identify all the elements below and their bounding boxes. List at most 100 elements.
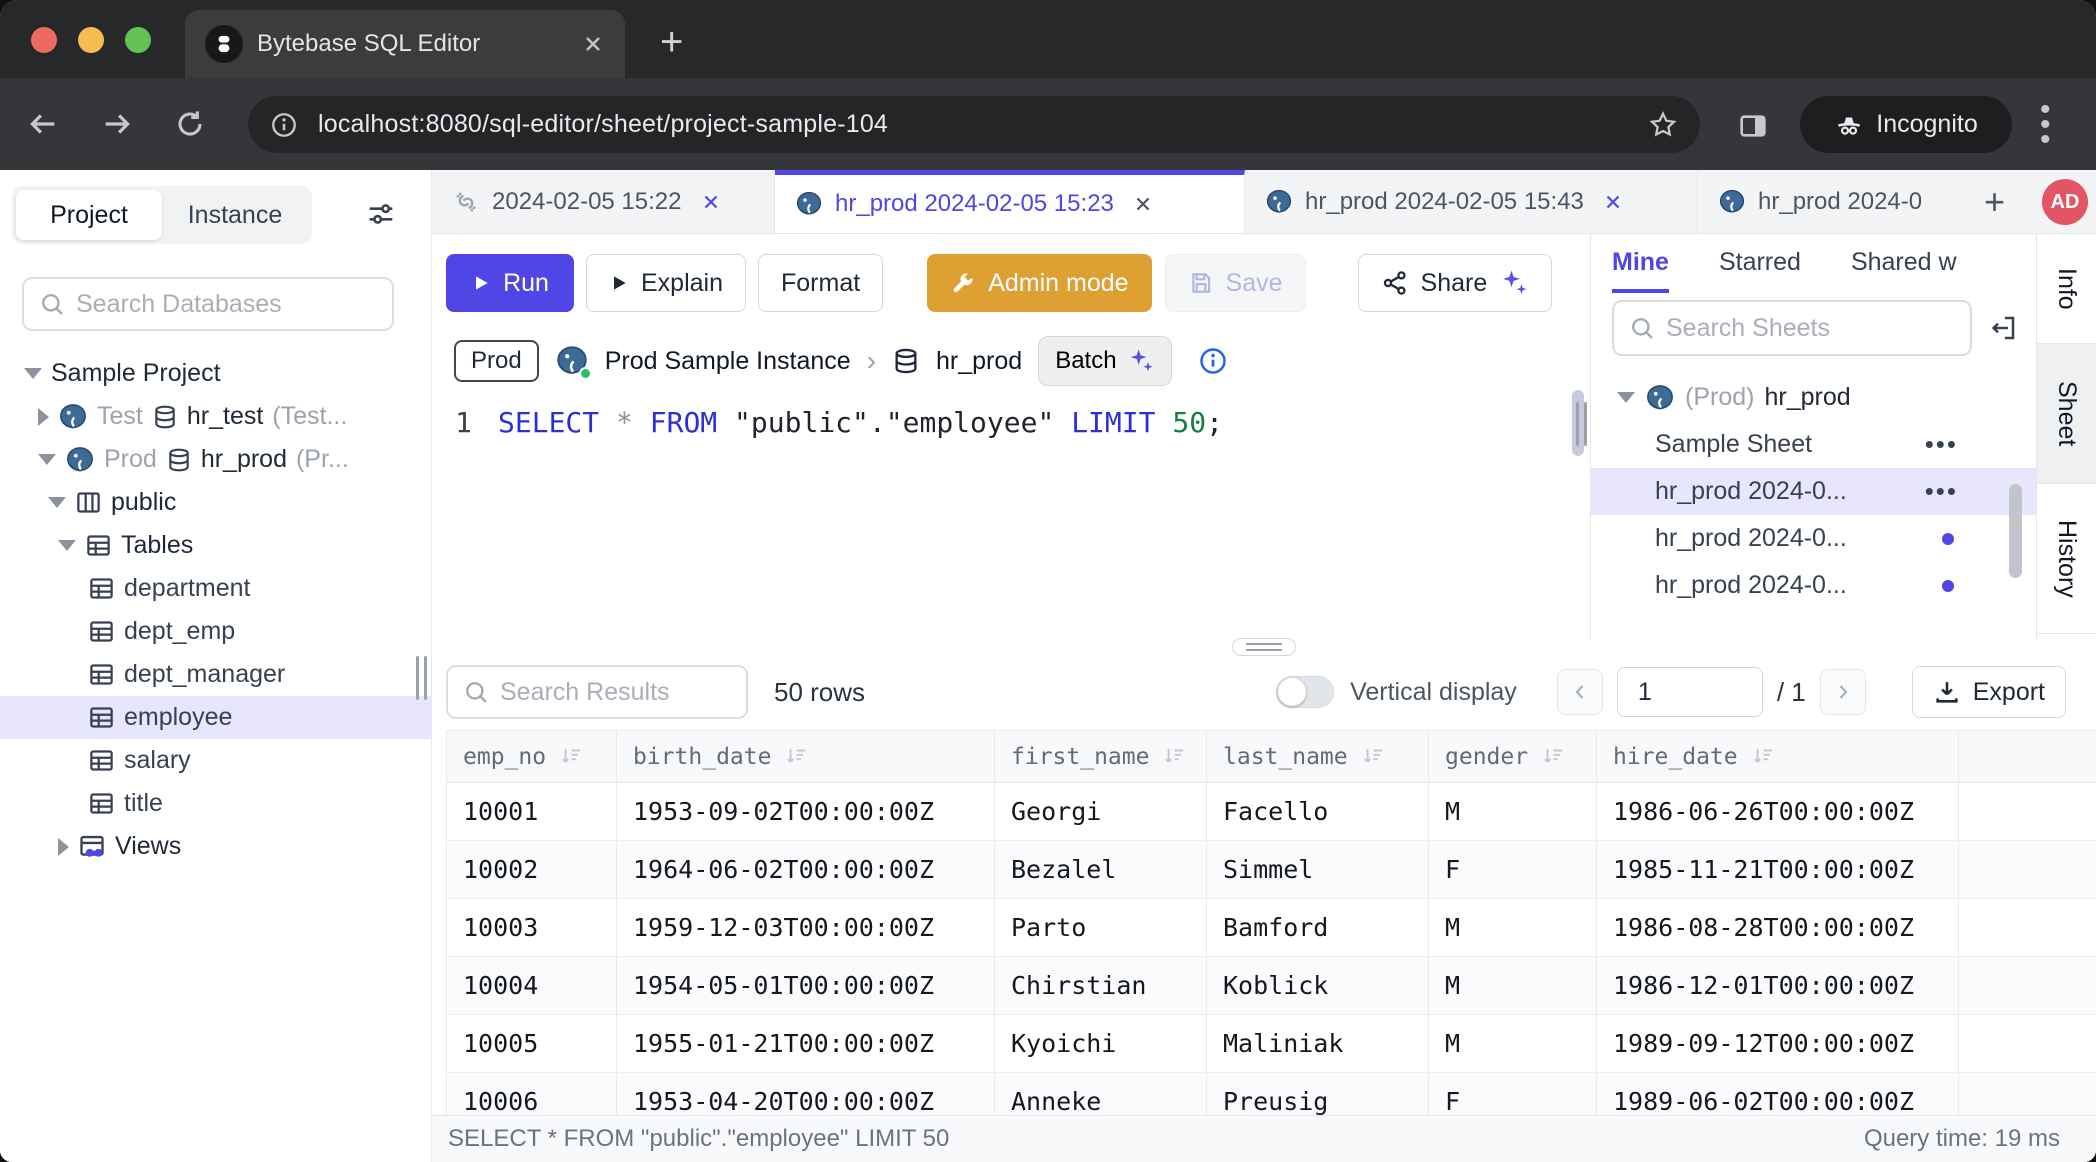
next-page-button[interactable] — [1820, 669, 1866, 715]
sheet-item-selected[interactable]: hr_prod 2024-0... ••• — [1591, 468, 2036, 515]
tab-mine[interactable]: Mine — [1612, 248, 1669, 293]
sort-icon[interactable] — [1360, 744, 1386, 770]
close-window-button[interactable] — [31, 27, 57, 53]
rail-tab-history[interactable]: History — [2037, 484, 2096, 634]
tab-starred[interactable]: Starred — [1719, 248, 1801, 289]
sheet-item-sample[interactable]: Sample Sheet ••• — [1591, 421, 2036, 468]
column-header-gender[interactable]: gender — [1429, 731, 1597, 782]
cell-birth-date[interactable]: 1954-05-01T00:00:00Z — [617, 957, 995, 1014]
close-tab-icon[interactable] — [1602, 191, 1624, 213]
forward-icon[interactable] — [100, 107, 134, 141]
sheet-more-icon[interactable]: ••• — [1925, 476, 1958, 507]
cell-emp-no[interactable]: 10001 — [447, 783, 617, 840]
sheet-search-input[interactable]: Search Sheets — [1612, 300, 1972, 356]
cell-hire-date[interactable]: 1986-06-26T00:00:00Z — [1597, 783, 1959, 840]
column-header-birth-date[interactable]: birth_date — [617, 731, 995, 782]
cell-first-name[interactable]: Anneke — [995, 1073, 1207, 1115]
caret-right-icon[interactable] — [38, 408, 49, 426]
cell-hire-date[interactable]: 1986-12-01T00:00:00Z — [1597, 957, 1959, 1014]
results-splitter[interactable] — [432, 640, 2096, 654]
cell-gender[interactable]: F — [1429, 841, 1597, 898]
cell-gender[interactable]: M — [1429, 783, 1597, 840]
format-button[interactable]: Format — [758, 254, 883, 312]
tree-node-tables-group[interactable]: Tables — [0, 524, 432, 567]
site-info-icon[interactable] — [270, 111, 298, 139]
sheet-scrollbar-thumb[interactable] — [2009, 484, 2022, 578]
sheet-item-clipped[interactable]: hr_prod 2024-0... — [1591, 562, 2036, 609]
cell-first-name[interactable]: Georgi — [995, 783, 1207, 840]
cell-emp-no[interactable]: 10005 — [447, 1015, 617, 1072]
cell-last-name[interactable]: Bamford — [1207, 899, 1429, 956]
cell-last-name[interactable]: Maliniak — [1207, 1015, 1429, 1072]
caret-down-icon[interactable] — [58, 540, 76, 551]
collapse-panel-icon[interactable] — [1988, 313, 2018, 343]
column-header-hire-date[interactable]: hire_date — [1597, 731, 1959, 782]
cell-birth-date[interactable]: 1955-01-21T00:00:00Z — [617, 1015, 995, 1072]
tree-node-table-dept-emp[interactable]: dept_emp — [0, 610, 432, 653]
close-tab-icon[interactable] — [1132, 193, 1154, 215]
cell-first-name[interactable]: Bezalel — [995, 841, 1207, 898]
bookmark-star-icon[interactable] — [1648, 110, 1678, 140]
new-browser-tab-button[interactable]: + — [660, 22, 683, 62]
sort-icon[interactable] — [783, 744, 809, 770]
sort-icon[interactable] — [1161, 744, 1187, 770]
table-row[interactable]: 10004 1954-05-01T00:00:00Z Chirstian Kob… — [447, 957, 2096, 1015]
sheet-tab-active[interactable]: hr_prod 2024-02-05 15:23 — [775, 170, 1245, 233]
column-header-last-name[interactable]: last_name — [1207, 731, 1429, 782]
minimize-window-button[interactable] — [78, 27, 104, 53]
cell-birth-date[interactable]: 1959-12-03T00:00:00Z — [617, 899, 995, 956]
cell-hire-date[interactable]: 1985-11-21T00:00:00Z — [1597, 841, 1959, 898]
cell-gender[interactable]: M — [1429, 1015, 1597, 1072]
batch-button[interactable]: Batch — [1038, 336, 1171, 386]
tab-instance[interactable]: Instance — [162, 190, 308, 240]
tree-node-db-hr-prod[interactable]: Prod hr_prod (Pr... — [0, 438, 432, 481]
browser-tab[interactable]: Bytebase SQL Editor — [185, 10, 625, 78]
caret-right-icon[interactable] — [58, 838, 69, 856]
table-row-clipped[interactable]: 10006 1953-04-20T00:00:00Z Anneke Preusi… — [447, 1073, 2096, 1115]
admin-mode-button[interactable]: Admin mode — [927, 254, 1151, 312]
results-search-input[interactable]: Search Results — [446, 665, 748, 719]
cell-hire-date[interactable]: 1989-09-12T00:00:00Z — [1597, 1015, 1959, 1072]
caret-down-icon[interactable] — [38, 454, 56, 465]
explain-button[interactable]: Explain — [586, 254, 746, 312]
tree-node-views-group[interactable]: Views — [0, 825, 432, 868]
zoom-window-button[interactable] — [125, 27, 151, 53]
cell-first-name[interactable]: Kyoichi — [995, 1015, 1207, 1072]
address-bar[interactable]: localhost:8080/sql-editor/sheet/project-… — [248, 96, 1700, 153]
column-header-first-name[interactable]: first_name — [995, 731, 1207, 782]
sidebar-resize-handle[interactable] — [410, 648, 432, 708]
tree-node-schema-public[interactable]: public — [0, 481, 432, 524]
cell-first-name[interactable]: Parto — [995, 899, 1207, 956]
table-row[interactable]: 10003 1959-12-03T00:00:00Z Parto Bamford… — [447, 899, 2096, 957]
back-icon[interactable] — [26, 107, 60, 141]
cell-hire-date[interactable]: 1989-06-02T00:00:00Z — [1597, 1073, 1959, 1115]
browser-tab-close-icon[interactable] — [581, 32, 605, 56]
new-sheet-tab-button[interactable]: + — [1984, 181, 2005, 223]
table-row[interactable]: 10005 1955-01-21T00:00:00Z Kyoichi Malin… — [447, 1015, 2096, 1073]
cell-birth-date[interactable]: 1964-06-02T00:00:00Z — [617, 841, 995, 898]
side-panel-icon[interactable] — [1737, 110, 1769, 142]
sql-editor[interactable]: 1 SELECT * FROM "public"."employee" LIMI… — [432, 406, 1590, 439]
database-search-input[interactable]: Search Databases — [22, 277, 394, 331]
caret-down-icon[interactable] — [48, 497, 66, 508]
sheet-more-icon[interactable]: ••• — [1925, 429, 1958, 460]
cell-emp-no[interactable]: 10004 — [447, 957, 617, 1014]
cell-gender[interactable]: F — [1429, 1073, 1597, 1115]
sheet-tab[interactable]: hr_prod 2024-02-05 15:43 — [1245, 170, 1698, 233]
prev-page-button[interactable] — [1557, 669, 1603, 715]
tree-node-project-root[interactable]: Sample Project — [0, 352, 432, 395]
browser-menu-icon[interactable]: ••• — [2040, 102, 2051, 147]
tab-shared[interactable]: Shared w — [1851, 248, 1957, 289]
sheet-group-hr-prod[interactable]: (Prod) hr_prod — [1591, 374, 2036, 421]
save-button[interactable]: Save — [1165, 254, 1306, 312]
cell-last-name[interactable]: Preusig — [1207, 1073, 1429, 1115]
sheet-item[interactable]: hr_prod 2024-0... — [1591, 515, 2036, 562]
cell-birth-date[interactable]: 1953-09-02T00:00:00Z — [617, 783, 995, 840]
table-row[interactable]: 10002 1964-06-02T00:00:00Z Bezalel Simme… — [447, 841, 2096, 899]
table-row[interactable]: 10001 1953-09-02T00:00:00Z Georgi Facell… — [447, 783, 2096, 841]
sidebar-filter-icon[interactable] — [365, 198, 397, 230]
run-button[interactable]: Run — [446, 254, 574, 312]
cell-emp-no[interactable]: 10003 — [447, 899, 617, 956]
cell-first-name[interactable]: Chirstian — [995, 957, 1207, 1014]
cell-last-name[interactable]: Simmel — [1207, 841, 1429, 898]
